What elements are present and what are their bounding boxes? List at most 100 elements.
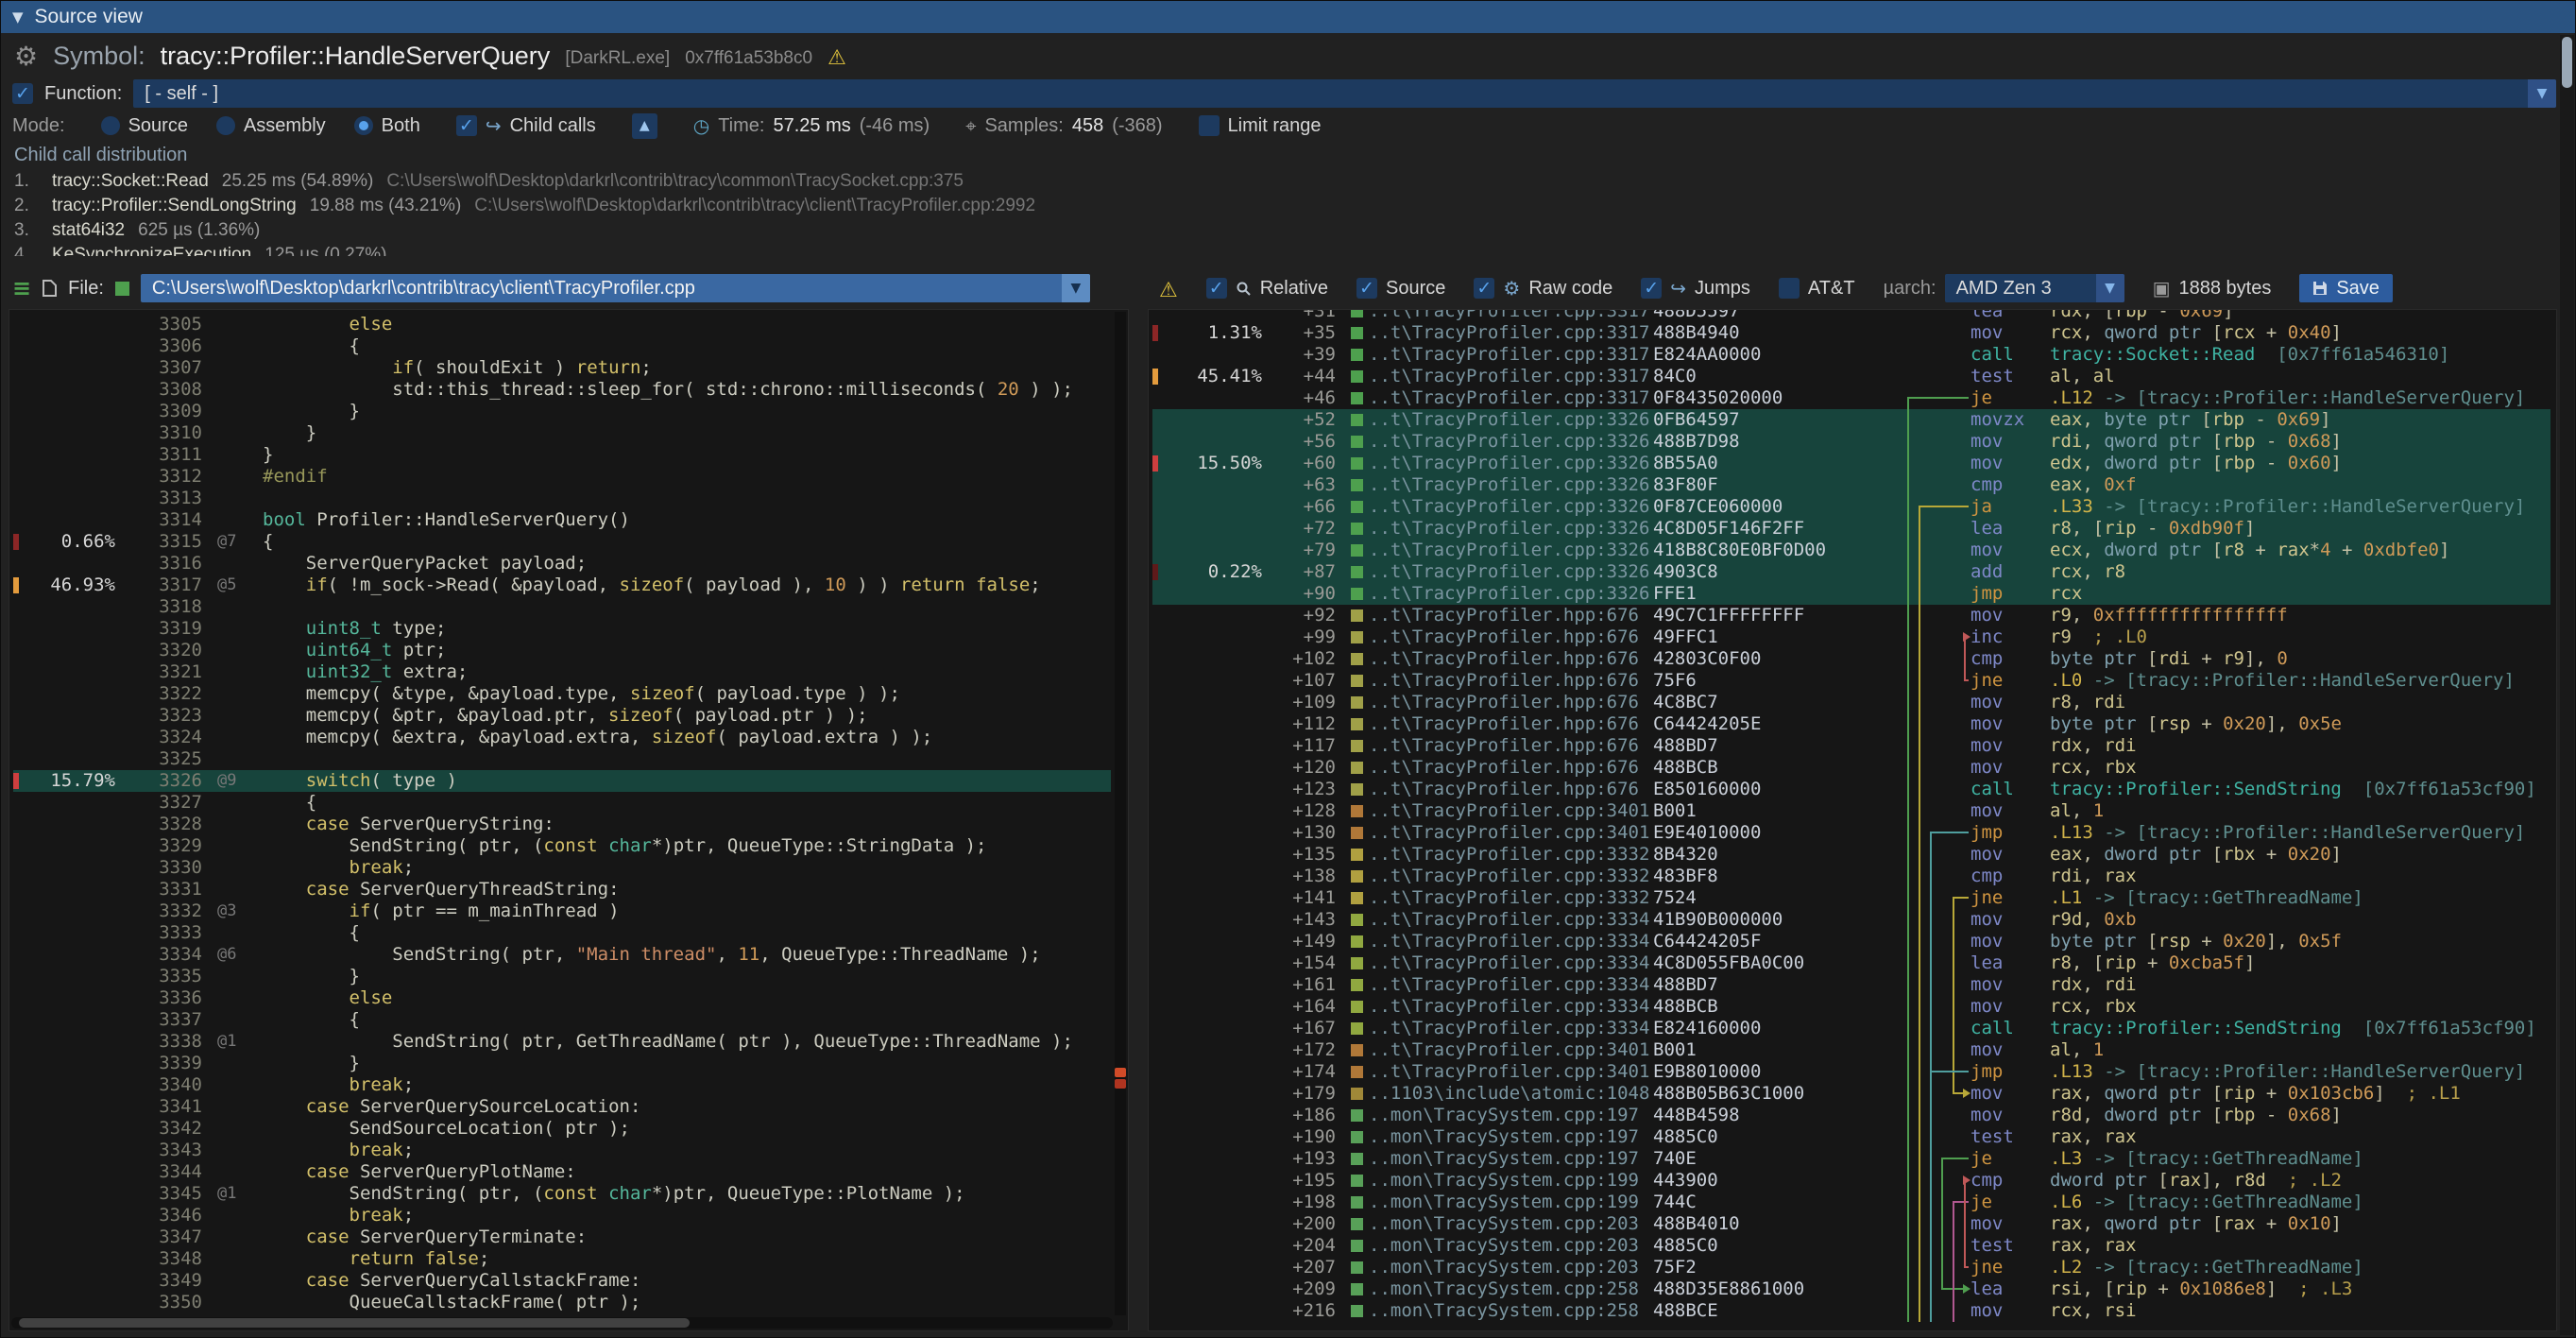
source-line[interactable]: 3319 uint8_t type;: [13, 618, 1111, 640]
source-line[interactable]: 3316 ServerQueryPacket payload;: [13, 553, 1111, 575]
asm-row[interactable]: 0.22%+87..t\TracyProfiler.cpp:33264903C8…: [1152, 561, 2550, 583]
asm-row[interactable]: +72..t\TracyProfiler.cpp:33264C8D05F146F…: [1152, 518, 2550, 540]
asm-row[interactable]: +198..mon\TracySystem.cpp:199744Cje.L6 -…: [1152, 1192, 2550, 1213]
relative-toggle[interactable]: ✓ Relative: [1206, 278, 1328, 300]
child-calls-toggle[interactable]: ✓ ↪ Child calls: [456, 114, 596, 137]
source-line[interactable]: 3346 break;: [13, 1205, 1111, 1226]
limit-range-checkbox[interactable]: ✓: [1199, 115, 1220, 136]
source-line[interactable]: 3344 case ServerQueryPlotName:: [13, 1161, 1111, 1183]
source-line[interactable]: 3325: [13, 748, 1111, 770]
source-line[interactable]: 3331 case ServerQueryThreadString:: [13, 879, 1111, 901]
child-call-entry[interactable]: 2.tracy::Profiler::SendLongString19.88 m…: [14, 194, 2556, 218]
asm-row[interactable]: +209..mon\TracySystem.cpp:258488D35E8861…: [1152, 1278, 2550, 1300]
source-line[interactable]: 3329 SendString( ptr, (const char*)ptr, …: [13, 835, 1111, 857]
uarch-combo[interactable]: AMD Zen 3 ▼: [1945, 274, 2124, 302]
source-line[interactable]: 3306 {: [13, 335, 1111, 357]
window-vertical-scrollbar[interactable]: [2560, 35, 2574, 1335]
source-line[interactable]: 3340 break;: [13, 1074, 1111, 1096]
jumps-checkbox[interactable]: ✓: [1641, 278, 1662, 299]
source-horizontal-scrollbar[interactable]: [11, 1317, 1113, 1329]
asm-row[interactable]: 15.50%+60..t\TracyProfiler.cpp:33268B55A…: [1152, 453, 2550, 474]
asm-row[interactable]: 1.31%+35..t\TracyProfiler.cpp:3317488B49…: [1152, 322, 2550, 344]
source-line[interactable]: 3343 break;: [13, 1140, 1111, 1161]
source-line[interactable]: 3339 }: [13, 1053, 1111, 1074]
chevron-down-icon[interactable]: ▼: [1062, 274, 1090, 302]
propagate-up-button[interactable]: ▲: [632, 113, 657, 139]
raw-code-checkbox[interactable]: ✓: [1474, 278, 1494, 299]
asm-row[interactable]: +39..t\TracyProfiler.cpp:3317E824AA0000c…: [1152, 344, 2550, 366]
source-line[interactable]: 3327 {: [13, 792, 1111, 814]
asm-row[interactable]: +190..mon\TracySystem.cpp:1974885C0testr…: [1152, 1126, 2550, 1148]
asm-row[interactable]: +195..mon\TracySystem.cpp:199443900cmpdw…: [1152, 1170, 2550, 1192]
child-calls-checkbox[interactable]: ✓: [456, 115, 477, 136]
asm-row[interactable]: +92..t\TracyProfiler.hpp:67649C7C1FFFFFF…: [1152, 605, 2550, 626]
asm-row[interactable]: +66..t\TracyProfiler.cpp:33260F87CE06000…: [1152, 496, 2550, 518]
child-call-entry[interactable]: 4.KeSynchronizeExecution125 µs (0.27%): [14, 243, 2556, 256]
child-call-entry[interactable]: 1.tracy::Socket::Read25.25 ms (54.89%)C:…: [14, 169, 2556, 194]
source-line[interactable]: 3332@3 if( ptr == m_mainThread ): [13, 901, 1111, 922]
source-line[interactable]: 3308 std::this_thread::sleep_for( std::c…: [13, 379, 1111, 401]
asm-row[interactable]: +31..t\TracyProfiler.cpp:3317488D5597lea…: [1152, 309, 2550, 322]
collapse-icon[interactable]: ▼: [12, 9, 24, 26]
scrollbar-thumb[interactable]: [19, 1318, 690, 1328]
jumps-toggle[interactable]: ✓ ↪ Jumps: [1641, 277, 1750, 300]
hot-line-marker[interactable]: [1115, 1068, 1126, 1077]
titlebar[interactable]: ▼ Source view: [1, 1, 2575, 33]
asm-row[interactable]: +46..t\TracyProfiler.cpp:33170F843502000…: [1152, 387, 2550, 409]
relative-checkbox[interactable]: ✓: [1206, 278, 1227, 299]
asm-row[interactable]: +120..t\TracyProfiler.hpp:676488BCBmovrc…: [1152, 757, 2550, 779]
asm-row[interactable]: +172..t\TracyProfiler.cpp:3401B001moval,…: [1152, 1039, 2550, 1061]
source-line[interactable]: 3307 if( shouldExit ) return;: [13, 357, 1111, 379]
asm-row[interactable]: +161..t\TracyProfiler.cpp:3334488BD7movr…: [1152, 974, 2550, 996]
mode-option-assembly[interactable]: Assembly: [216, 115, 326, 137]
source-line[interactable]: 3324 memcpy( &extra, &payload.extra, siz…: [13, 727, 1111, 748]
chevron-down-icon[interactable]: ▼: [2528, 79, 2556, 108]
source-line[interactable]: 3349 case ServerQueryCallstackFrame:: [13, 1270, 1111, 1292]
asm-row[interactable]: +52..t\TracyProfiler.cpp:33260FB64597mov…: [1152, 409, 2550, 431]
asm-row[interactable]: +207..mon\TracySystem.cpp:20375F2jne.L2 …: [1152, 1257, 2550, 1278]
source-line[interactable]: 3338@1 SendString( ptr, GetThreadName( p…: [13, 1031, 1111, 1053]
source-line[interactable]: 46.93%3317@5 if( !m_sock->Read( &payload…: [13, 575, 1111, 596]
asm-row[interactable]: +216..mon\TracySystem.cpp:258488BCEmovrc…: [1152, 1300, 2550, 1322]
asm-row[interactable]: +107..t\TracyProfiler.hpp:67675F6jne.L0 …: [1152, 670, 2550, 692]
source-line[interactable]: 3333 {: [13, 922, 1111, 944]
source-toggle[interactable]: ✓ Source: [1356, 278, 1445, 300]
asm-row[interactable]: +128..t\TracyProfiler.cpp:3401B001moval,…: [1152, 800, 2550, 822]
att-toggle[interactable]: ✓ AT&T: [1779, 278, 1855, 300]
asm-row[interactable]: +79..t\TracyProfiler.cpp:3326418B8C80E0B…: [1152, 540, 2550, 561]
asm-row[interactable]: +174..t\TracyProfiler.cpp:3401E9B8010000…: [1152, 1061, 2550, 1083]
asm-row[interactable]: +56..t\TracyProfiler.cpp:3326488B7D98mov…: [1152, 431, 2550, 453]
source-checkbox[interactable]: ✓: [1356, 278, 1377, 299]
asm-row[interactable]: +200..mon\TracySystem.cpp:203488B4010mov…: [1152, 1213, 2550, 1235]
asm-row[interactable]: +164..t\TracyProfiler.cpp:3334488BCBmovr…: [1152, 996, 2550, 1018]
source-line[interactable]: 3318: [13, 596, 1111, 618]
source-line[interactable]: 3323 memcpy( &ptr, &payload.ptr, sizeof(…: [13, 705, 1111, 727]
asm-row[interactable]: +193..mon\TracySystem.cpp:197740Eje.L3 -…: [1152, 1148, 2550, 1170]
asm-row[interactable]: +109..t\TracyProfiler.hpp:6764C8BC7movr8…: [1152, 692, 2550, 713]
asm-row[interactable]: 45.41%+44..t\TracyProfiler.cpp:331784C0t…: [1152, 366, 2550, 387]
asm-row[interactable]: +179..1103\include\atomic:1048488B05B63C…: [1152, 1083, 2550, 1105]
raw-code-toggle[interactable]: ✓ ⚙ Raw code: [1474, 277, 1612, 300]
asm-row[interactable]: +141..t\TracyProfiler.cpp:33327524jne.L1…: [1152, 887, 2550, 909]
asm-row[interactable]: +63..t\TracyProfiler.cpp:332683F80Fcmpea…: [1152, 474, 2550, 496]
source-line[interactable]: 3335 }: [13, 966, 1111, 987]
limit-range-toggle[interactable]: ✓ Limit range: [1199, 115, 1322, 137]
function-combo[interactable]: [ - self - ] ▼: [133, 79, 2556, 108]
source-line[interactable]: 0.66%3315@7{: [13, 531, 1111, 553]
asm-row[interactable]: +112..t\TracyProfiler.hpp:676C64424205Em…: [1152, 713, 2550, 735]
asm-row[interactable]: +117..t\TracyProfiler.hpp:676488BD7movrd…: [1152, 735, 2550, 757]
source-line[interactable]: 3309 }: [13, 401, 1111, 422]
file-combo[interactable]: C:\Users\wolf\Desktop\darkrl\contrib\tra…: [141, 274, 1090, 302]
source-vertical-scrollbar[interactable]: [1115, 312, 1126, 1315]
asm-row[interactable]: +138..t\TracyProfiler.cpp:3332483BF8cmpr…: [1152, 866, 2550, 887]
source-line[interactable]: 3342 SendSourceLocation( ptr );: [13, 1118, 1111, 1140]
source-line[interactable]: 3334@6 SendString( ptr, "Main thread", 1…: [13, 944, 1111, 966]
source-line[interactable]: 3345@1 SendString( ptr, (const char*)ptr…: [13, 1183, 1111, 1205]
source-line[interactable]: 3347 case ServerQueryTerminate:: [13, 1226, 1111, 1248]
mode-option-source[interactable]: Source: [101, 115, 188, 137]
asm-row[interactable]: +102..t\TracyProfiler.hpp:67642803C0F00c…: [1152, 648, 2550, 670]
source-line[interactable]: 3314bool Profiler::HandleServerQuery(): [13, 509, 1111, 531]
source-line[interactable]: 3350 QueueCallstackFrame( ptr );: [13, 1292, 1111, 1313]
asm-row[interactable]: +186..mon\TracySystem.cpp:197448B4598mov…: [1152, 1105, 2550, 1126]
asm-row[interactable]: +135..t\TracyProfiler.cpp:33328B4320move…: [1152, 844, 2550, 866]
